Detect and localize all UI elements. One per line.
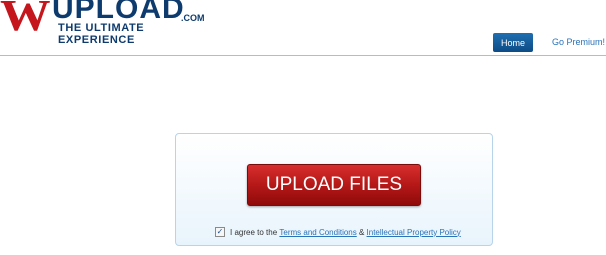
nav-go-premium-link[interactable]: Go Premium! [552,37,605,47]
agree-amp: & [356,227,367,237]
terms-agreement-row: ✓ I agree to the Terms and Conditions & … [215,226,461,238]
upload-panel: UPLOAD FILES ✓ I agree to the Terms and … [175,133,493,246]
wupload-logo[interactable]: W UPLOAD .COM THE ULTIMATE EXPERIENCE [0,0,210,46]
terms-link[interactable]: Terms and Conditions [279,228,356,237]
logo-tagline: THE ULTIMATE EXPERIENCE [58,22,145,46]
upload-files-button[interactable]: UPLOAD FILES [247,164,421,206]
ip-policy-link[interactable]: Intellectual Property Policy [367,228,461,237]
nav-home-button[interactable]: Home [493,33,533,52]
header-divider [0,55,606,56]
agree-checkbox[interactable]: ✓ [215,227,225,237]
logo-wordmark: UPLOAD [52,0,185,25]
logo-w-mark: W [0,0,51,40]
agree-text: I agree to the [230,227,280,237]
